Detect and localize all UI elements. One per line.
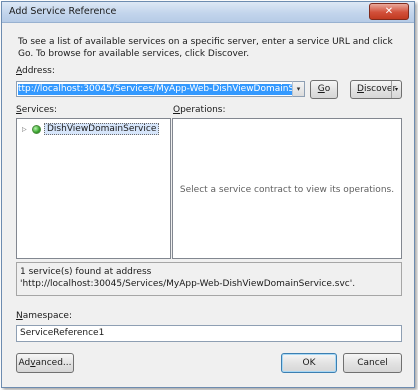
- dialog-title: Add Service Reference: [9, 6, 117, 17]
- resize-grip-icon[interactable]: [402, 375, 412, 385]
- discover-dropdown-icon[interactable]: ▾: [391, 81, 401, 98]
- tree-item-service[interactable]: ▷ DishViewDomainService: [22, 123, 160, 135]
- status-line-2: 'http://localhost:30045/Services/MyApp-W…: [20, 279, 356, 289]
- status-box: 1 service(s) found at address 'http://lo…: [16, 262, 402, 296]
- namespace-label: Namespace:: [16, 311, 72, 321]
- status-line-1: 1 service(s) found at address: [20, 267, 152, 277]
- services-tree[interactable]: ▷ DishViewDomainService: [16, 118, 171, 259]
- tree-item-label: DishViewDomainService: [44, 123, 160, 135]
- expand-arrow-icon[interactable]: ▷: [22, 126, 30, 133]
- operations-label: Operations:: [173, 105, 226, 115]
- ok-button[interactable]: OK: [281, 353, 337, 373]
- operations-panel[interactable]: Select a service contract to view its op…: [172, 118, 402, 259]
- chevron-down-icon: ▾: [296, 85, 301, 93]
- instructions-text: To see a list of available services on a…: [18, 37, 393, 59]
- namespace-input[interactable]: ServiceReference1: [16, 325, 402, 342]
- discover-button[interactable]: Discover ▾: [350, 80, 402, 99]
- address-label: Address:: [16, 66, 55, 76]
- services-label: Services:: [16, 105, 57, 115]
- advanced-button[interactable]: Advanced...: [16, 353, 74, 373]
- close-button[interactable]: ✕: [369, 3, 409, 20]
- dialog-window: Add Service Reference ✕ To see a list of…: [1, 1, 415, 388]
- address-input[interactable]: ttp://localhost:30045/Services/MyApp-Web…: [16, 81, 302, 97]
- address-input-value: ttp://localhost:30045/Services/MyApp-Web…: [18, 84, 301, 95]
- cancel-button[interactable]: Cancel: [343, 353, 402, 373]
- go-button[interactable]: Go: [310, 80, 338, 99]
- title-bar[interactable]: Add Service Reference ✕: [2, 2, 414, 23]
- address-dropdown-button[interactable]: ▾: [292, 81, 305, 97]
- operations-placeholder: Select a service contract to view its op…: [179, 185, 395, 195]
- close-icon: ✕: [384, 6, 394, 17]
- service-icon: [32, 124, 41, 134]
